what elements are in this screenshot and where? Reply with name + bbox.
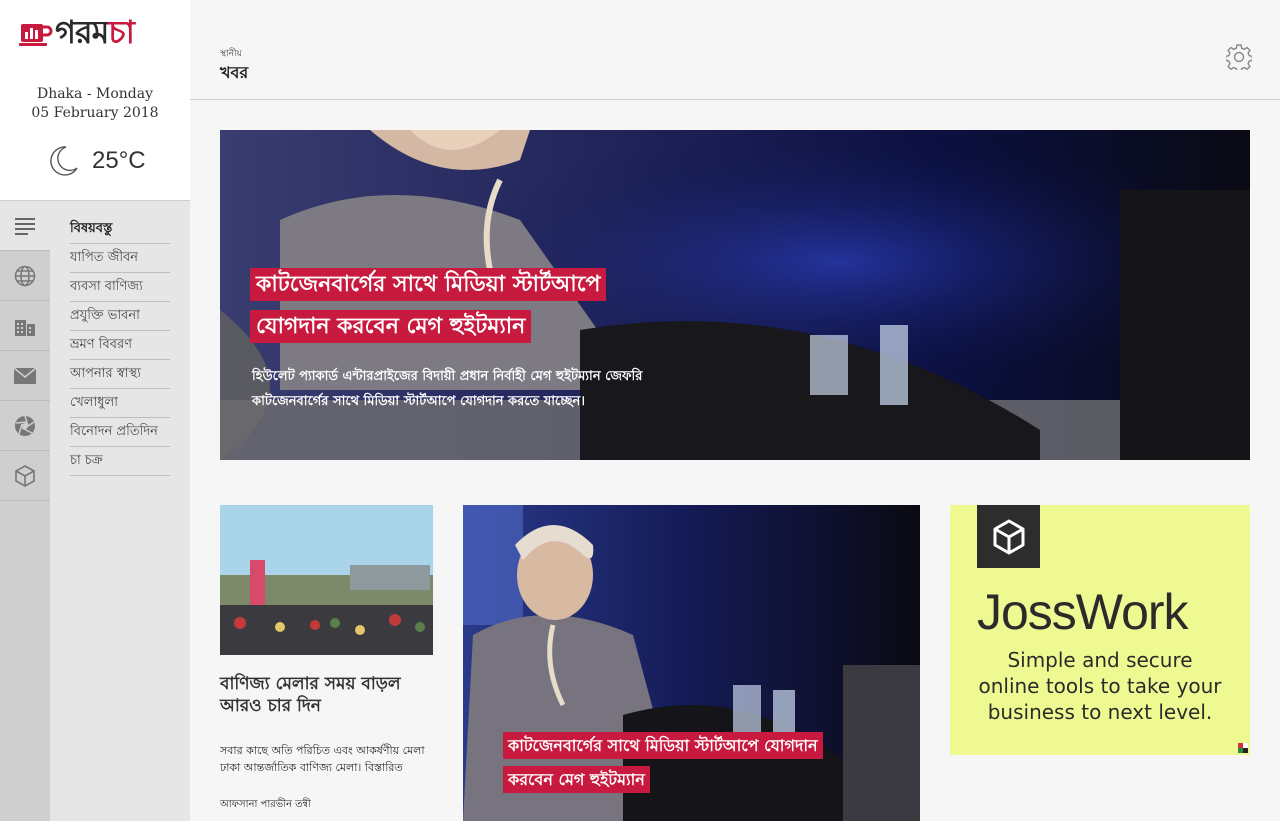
ad-brand: JossWork: [977, 584, 1189, 640]
app-root: গরমচা Dhaka - Monday 05 February 2018 25…: [0, 0, 1280, 821]
feature-title[interactable]: কাটজেনবার্গের সাথে মিডিয়া স্টার্টআপে যো…: [503, 729, 873, 797]
hero-description: হিউলেট প্যাকার্ড এন্টারপ্রাইজের বিদায়ী …: [252, 364, 692, 414]
rail-cube-button[interactable]: [0, 451, 50, 501]
trade-fair-photo[interactable]: [220, 505, 433, 655]
menu-item-health[interactable]: আপনার স্বাস্থ্য: [70, 360, 170, 389]
mail-icon: [14, 367, 36, 384]
category-menu: বিষয়বস্তু যাপিত জীবন ব্যবসা বাণিজ্য প্র…: [70, 218, 170, 476]
ad-tagline-line-2: online tools to take your: [978, 674, 1222, 698]
feature-title-line-1: কাটজেনবার্গের সাথে মিডিয়া স্টার্টআপে যো…: [503, 732, 823, 759]
page-title: খবর: [220, 63, 249, 82]
weather: 25°C: [46, 144, 146, 178]
menu-item-technology[interactable]: প্রযুক্তি ভাবনা: [70, 302, 170, 331]
hero-title[interactable]: কাটজেনবার্গের সাথে মিডিয়া স্টার্টআপে যো…: [250, 264, 670, 348]
menu-item-travel[interactable]: ভ্রমণ বিবরণ: [70, 331, 170, 360]
advertisement[interactable]: JossWork Simple and secure online tools …: [950, 505, 1250, 755]
rail-mail-button[interactable]: [0, 351, 50, 401]
sidebar: গরমচা Dhaka - Monday 05 February 2018 25…: [0, 0, 190, 821]
temperature: 25°C: [92, 147, 146, 174]
page-header: স্থানীয় খবর: [190, 0, 1280, 100]
logo-text-red: চা: [108, 13, 135, 51]
cube-icon: [15, 464, 35, 487]
menu-item-tea-circle[interactable]: চা চক্র: [70, 447, 170, 476]
menu-item-business[interactable]: ব্যবসা বাণিজ্য: [70, 273, 170, 302]
card1-author: আফসানা পারভীন তন্বী: [220, 799, 311, 810]
rail-camera-button[interactable]: [0, 401, 50, 451]
globe-icon: [14, 265, 36, 286]
ad-tagline-line-3: business to next level.: [987, 700, 1213, 724]
card1-description: সবার কাছে অতি পরিচিত এবং আকর্ষণীয় মেলা …: [220, 744, 425, 774]
trade-fair-image: [220, 505, 433, 655]
page-subtitle: স্থানীয়: [220, 49, 242, 59]
feature-article[interactable]: কাটজেনবার্গের সাথে মিডিয়া স্টার্টআপে যো…: [463, 505, 920, 821]
ad-tagline-line-1: Simple and secure: [1007, 648, 1193, 672]
logo-text: গরমচা: [55, 13, 135, 51]
menu-heading: বিষয়বস্তু: [70, 218, 170, 244]
rail-building-button[interactable]: [0, 301, 50, 351]
ad-tagline: Simple and secure online tools to take y…: [950, 647, 1250, 725]
date: 05 February 2018: [31, 105, 159, 121]
hero-title-line-1: কাটজেনবার্গের সাথে মিডিয়া স্টার্টআপে: [250, 268, 607, 301]
moon-icon: [50, 146, 78, 176]
ad-logo: [977, 505, 1040, 568]
location-day: Dhaka - Monday: [36, 86, 154, 102]
logo-text-dark: গরম: [55, 13, 109, 51]
cube-icon: [993, 519, 1024, 554]
ad-choices-icon[interactable]: [1238, 743, 1248, 753]
hero-description-line-2: কাটজেনবার্গের সাথে মিডিয়া স্টার্টআপে যো…: [252, 394, 585, 409]
icon-rail: [0, 201, 50, 821]
tea-cup-logo-icon: [19, 24, 53, 46]
gear-icon[interactable]: [1226, 44, 1252, 70]
sidebar-top: গরমচা Dhaka - Monday 05 February 2018 25…: [0, 0, 190, 201]
building-icon: [15, 319, 35, 336]
hero-title-line-2: যোগদান করবেন মেগ হুইটম্যান: [250, 310, 532, 343]
hero-description-line-1: হিউলেট প্যাকার্ড এন্টারপ্রাইজের বিদায়ী …: [252, 369, 643, 384]
rail-globe-button[interactable]: [0, 251, 50, 301]
logo[interactable]: গরমচা: [19, 13, 135, 51]
camera-aperture-icon: [15, 415, 35, 436]
menu-item-lifestyle[interactable]: যাপিত জীবন: [70, 244, 170, 273]
feature-title-line-2: করবেন মেগ হুইটম্যান: [503, 766, 650, 793]
menu-lines-icon: [15, 217, 35, 235]
menu-item-entertainment[interactable]: বিনোদন প্রতিদিন: [70, 418, 170, 447]
card1-title[interactable]: বাণিজ্য মেলার সময় বাড়ল আরও চার দিন: [220, 673, 433, 717]
hero-article[interactable]: কাটজেনবার্গের সাথে মিডিয়া স্টার্টআপে যো…: [220, 130, 1250, 460]
rail-menu-button[interactable]: [0, 201, 50, 251]
menu-item-sports[interactable]: খেলাধুলা: [70, 389, 170, 418]
